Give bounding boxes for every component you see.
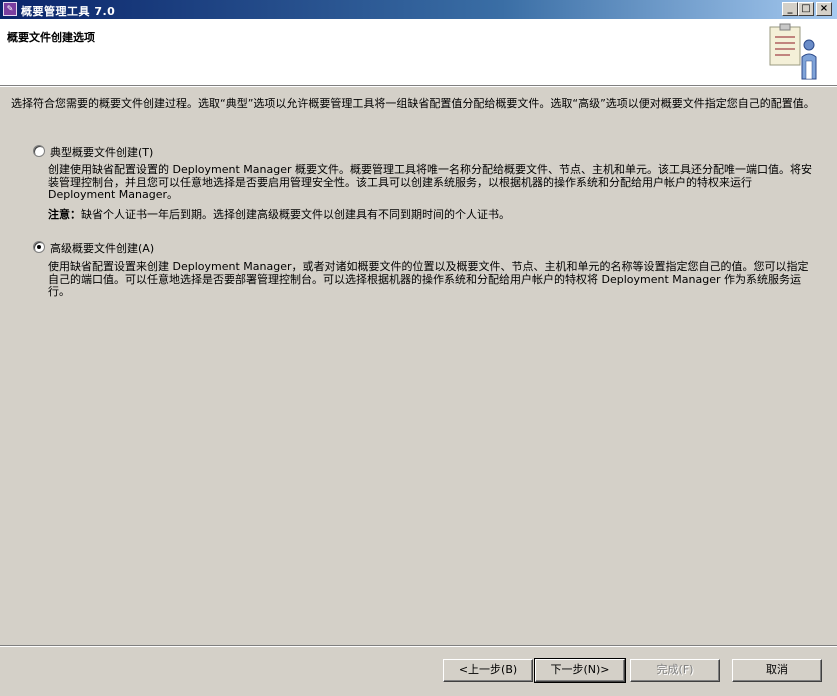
advanced-description: 使用缺省配置设置来创建 Deployment Manager，或者对诸如概要文件… (48, 260, 809, 298)
title-bar[interactable]: ✎ 概要管理工具 7.0 _ □ × (0, 0, 837, 19)
maximize-button[interactable]: □ (798, 2, 814, 16)
header-divider (0, 86, 837, 87)
note-text: 缺省个人证书一年后到期。选择创建高级概要文件以创建具有不同到期时间的个人证书。 (81, 208, 510, 221)
footer-divider-highlight (0, 646, 837, 647)
typical-description: 创建使用缺省配置设置的 Deployment Manager 概要文件。概要管理… (48, 163, 812, 201)
page-title: 概要文件创建选项 (7, 31, 95, 44)
minimize-button[interactable]: _ (782, 2, 798, 16)
intro-text: 选择符合您需要的概要文件创建过程。选取“典型”选项以允许概要管理工具将一组缺省配… (11, 97, 815, 110)
typical-option-label[interactable]: 典型概要文件创建(T) (50, 144, 153, 160)
advanced-radio[interactable] (33, 241, 45, 253)
window-title: 概要管理工具 7.0 (21, 5, 116, 18)
advanced-option-label[interactable]: 高级概要文件创建(A) (50, 240, 154, 256)
finish-button[interactable]: 完成(F) (630, 659, 720, 682)
cancel-button[interactable]: 取消 (732, 659, 822, 682)
clipboard-person-icon (769, 23, 817, 80)
typical-note: 注意：缺省个人证书一年后到期。选择创建高级概要文件以创建具有不同到期时间的个人证… (48, 206, 510, 222)
note-label: 注意： (48, 208, 81, 221)
next-button[interactable]: 下一步(N)> (534, 658, 626, 683)
wizard-header: 概要文件创建选项 (0, 19, 837, 86)
close-button[interactable]: × (816, 2, 832, 16)
wizard-app-icon[interactable]: ✎ (3, 2, 17, 16)
back-button[interactable]: <上一步(B) (443, 659, 533, 682)
typical-radio[interactable] (33, 145, 45, 157)
